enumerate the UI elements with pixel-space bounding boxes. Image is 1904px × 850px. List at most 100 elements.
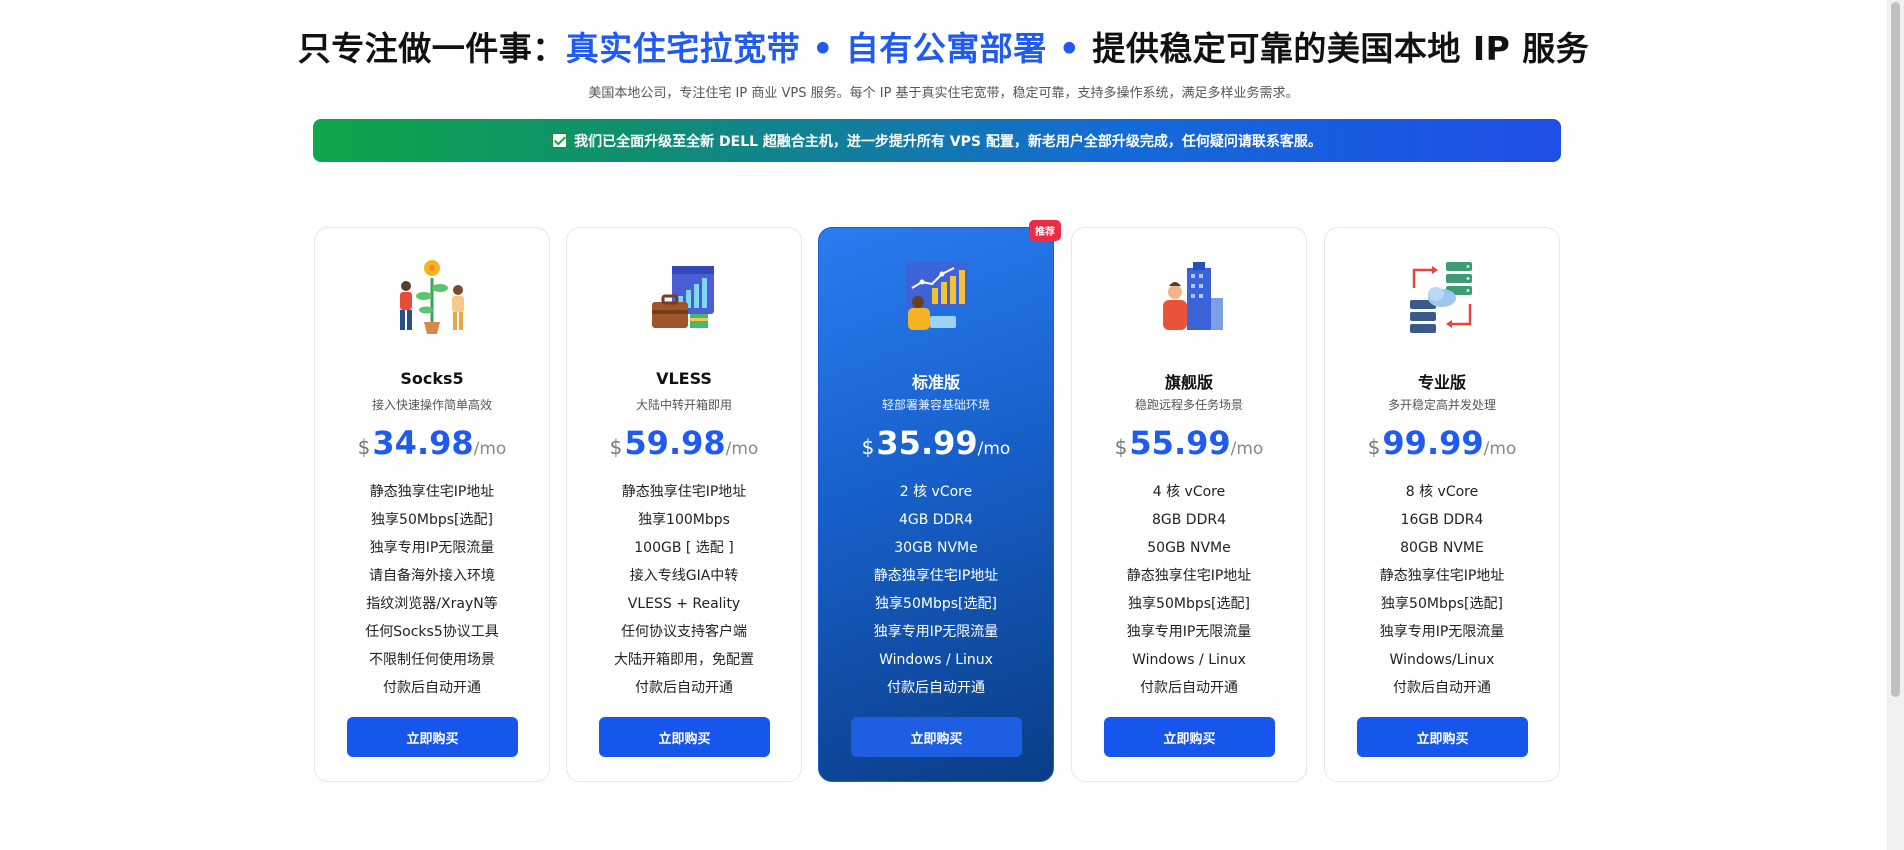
buy-now-button[interactable]: 立即购买 [599, 717, 770, 757]
title-prefix: 只专注做一件事： [297, 29, 566, 68]
feature-item: 付款后自动开通 [635, 680, 733, 696]
feature-item: 50GB NVMe [1147, 540, 1231, 556]
plan-name: 专业版 [1417, 373, 1466, 392]
plan-name: 标准版 [911, 373, 960, 392]
price-amount: 99.99 [1382, 424, 1484, 462]
feature-item: 静态独享住宅IP地址 [873, 568, 999, 584]
pricing-page: 只专注做一件事：真实住宅拉宽带 • 自有公寓部署 • 提供稳定可靠的美国本地 I… [0, 0, 1904, 850]
buy-now-button[interactable]: 立即购买 [347, 717, 518, 757]
currency-symbol: $ [861, 435, 875, 459]
price-period: /mo [1230, 439, 1264, 459]
currency-symbol: $ [609, 435, 623, 459]
plan-card-professional: 专业版 多开稳定高并发处理 $ 99.99 /mo 8 核 vCore 16GB… [1324, 227, 1560, 782]
plan-card-flagship: 旗舰版 稳跑远程多任务场景 $ 55.99 /mo 4 核 vCore 8GB … [1071, 227, 1307, 782]
price-amount: 59.98 [624, 424, 726, 462]
feature-item: 接入专线GIA中转 [629, 568, 739, 584]
price-period: /mo [473, 439, 507, 459]
page-title: 只专注做一件事：真实住宅拉宽带 • 自有公寓部署 • 提供稳定可靠的美国本地 I… [0, 22, 1887, 70]
title-suffix: 提供稳定可靠的美国本地 IP 服务 [1080, 29, 1590, 68]
feature-item: Windows / Linux [879, 652, 993, 668]
plan-price: $ 34.98 /mo [315, 424, 549, 462]
feature-list: 静态独享住宅IP地址 独享50Mbps[选配] 独享专用IP无限流量 请自备海外… [315, 478, 549, 702]
feature-item: 独享专用IP无限流量 [1126, 624, 1252, 640]
feature-item: 30GB NVMe [894, 540, 978, 556]
plan-card-vless: VLESS 大陆中转开箱即用 $ 59.98 /mo 静态独享住宅IP地址 独享… [566, 227, 802, 782]
feature-item: 付款后自动开通 [887, 680, 985, 696]
plan-price: $ 59.98 /mo [567, 424, 801, 462]
feature-item: 80GB NVME [1400, 540, 1484, 556]
price-period: /mo [1483, 439, 1517, 459]
buy-now-button[interactable]: 立即购买 [851, 717, 1022, 757]
feature-item: 静态独享住宅IP地址 [621, 484, 747, 500]
feature-item: 独享专用IP无限流量 [873, 624, 999, 640]
feature-item: 独享50Mbps[选配] [875, 596, 997, 612]
plan-name: VLESS [656, 369, 712, 388]
plan-card-standard: 推荐 标准版 轻部署兼容基础环境 $ 35.99 /mo 2 核 vCore 4… [818, 220, 1061, 782]
feature-item: 静态独享住宅IP地址 [1379, 568, 1505, 584]
feature-item: 2 核 vCore [899, 484, 973, 500]
plan-tagline: 轻部署兼容基础环境 [881, 398, 990, 412]
feature-item: 4GB DDR4 [898, 512, 973, 528]
feature-item: 任何Socks5协议工具 [365, 624, 499, 640]
checkmark-icon [552, 133, 568, 148]
feature-list: 4 核 vCore 8GB DDR4 50GB NVMe 静态独享住宅IP地址 … [1072, 478, 1306, 702]
buy-now-button[interactable]: 立即购买 [1104, 717, 1275, 757]
feature-item: 100GB [ 选配 ] [634, 540, 734, 556]
people-growing-money-plant-icon [315, 258, 549, 334]
feature-item: 独享50Mbps[选配] [1128, 596, 1250, 612]
feature-item: 任何协议支持客户端 [621, 624, 747, 640]
currency-symbol: $ [357, 435, 371, 459]
plan-name: 旗舰版 [1164, 373, 1213, 392]
plan-tagline: 稳跑远程多任务场景 [1134, 398, 1243, 412]
feature-item: Windows / Linux [1132, 652, 1246, 668]
feature-item: 静态独享住宅IP地址 [1126, 568, 1252, 584]
upgrade-announcement-banner: 我们已全面升级至全新 DELL 超融合主机，进一步提升所有 VPS 配置，新老用… [313, 119, 1561, 162]
plan-price: $ 99.99 /mo [1325, 424, 1559, 462]
price-period: /mo [725, 439, 759, 459]
feature-item: 独享专用IP无限流量 [1379, 624, 1505, 640]
title-highlight: 真实住宅拉宽带 • 自有公寓部署 • [565, 29, 1081, 68]
feature-item: 指纹浏览器/XrayN等 [366, 596, 498, 612]
feature-item: 付款后自动开通 [1393, 680, 1491, 696]
feature-item: 静态独享住宅IP地址 [369, 484, 495, 500]
businessman-office-building-icon [1072, 258, 1306, 334]
plan-tagline: 大陆中转开箱即用 [635, 398, 732, 412]
feature-item: 不限制任何使用场景 [369, 652, 495, 668]
vertical-scrollbar[interactable] [1887, 0, 1904, 850]
page-subtitle: 美国本地公司，专注住宅 IP 商业 VPS 服务。每个 IP 基于真实住宅宽带，… [588, 86, 1299, 101]
scrollbar-thumb[interactable] [1891, 2, 1900, 697]
feature-item: 独享50Mbps[选配] [1381, 596, 1503, 612]
feature-list: 静态独享住宅IP地址 独享100Mbps 100GB [ 选配 ] 接入专线GI… [567, 478, 801, 702]
recommended-badge: 推荐 [1029, 220, 1061, 241]
currency-symbol: $ [1114, 435, 1128, 459]
feature-list: 2 核 vCore 4GB DDR4 30GB NVMe 静态独享住宅IP地址 … [819, 478, 1053, 702]
feature-item: 4 核 vCore [1152, 484, 1226, 500]
buy-now-button[interactable]: 立即购买 [1357, 717, 1528, 757]
price-amount: 34.98 [372, 424, 474, 462]
feature-item: 大陆开箱即用，免配置 [614, 652, 754, 668]
briefcase-dashboard-icon [567, 258, 801, 334]
pricing-cards: Socks5 接入快速操作简单高效 $ 34.98 /mo 静态独享住宅IP地址… [314, 220, 1562, 782]
plan-price: $ 35.99 /mo [819, 424, 1053, 462]
currency-symbol: $ [1367, 435, 1381, 459]
plan-tagline: 接入快速操作简单高效 [371, 398, 492, 412]
plan-tagline: 多开稳定高并发处理 [1387, 398, 1496, 412]
feature-item: 请自备海外接入环境 [369, 568, 495, 584]
feature-item: 独享100Mbps [638, 512, 730, 528]
feature-item: 独享专用IP无限流量 [369, 540, 495, 556]
feature-item: 付款后自动开通 [1140, 680, 1238, 696]
feature-item: VLESS + Reality [627, 596, 741, 612]
price-amount: 35.99 [876, 424, 978, 462]
feature-item: 8GB DDR4 [1151, 512, 1226, 528]
banner-text: 我们已全面升级至全新 DELL 超融合主机，进一步提升所有 VPS 配置，新老用… [574, 133, 1322, 150]
server-cloud-sync-icon [1325, 258, 1559, 334]
plan-card-socks5: Socks5 接入快速操作简单高效 $ 34.98 /mo 静态独享住宅IP地址… [314, 227, 550, 782]
plan-name: Socks5 [400, 369, 464, 388]
plan-price: $ 55.99 /mo [1072, 424, 1306, 462]
feature-item: 8 核 vCore [1405, 484, 1479, 500]
analyst-growth-chart-icon [819, 258, 1053, 334]
price-amount: 55.99 [1129, 424, 1231, 462]
feature-list: 8 核 vCore 16GB DDR4 80GB NVME 静态独享住宅IP地址… [1325, 478, 1559, 702]
feature-item: 16GB DDR4 [1400, 512, 1484, 528]
price-period: /mo [977, 439, 1011, 459]
